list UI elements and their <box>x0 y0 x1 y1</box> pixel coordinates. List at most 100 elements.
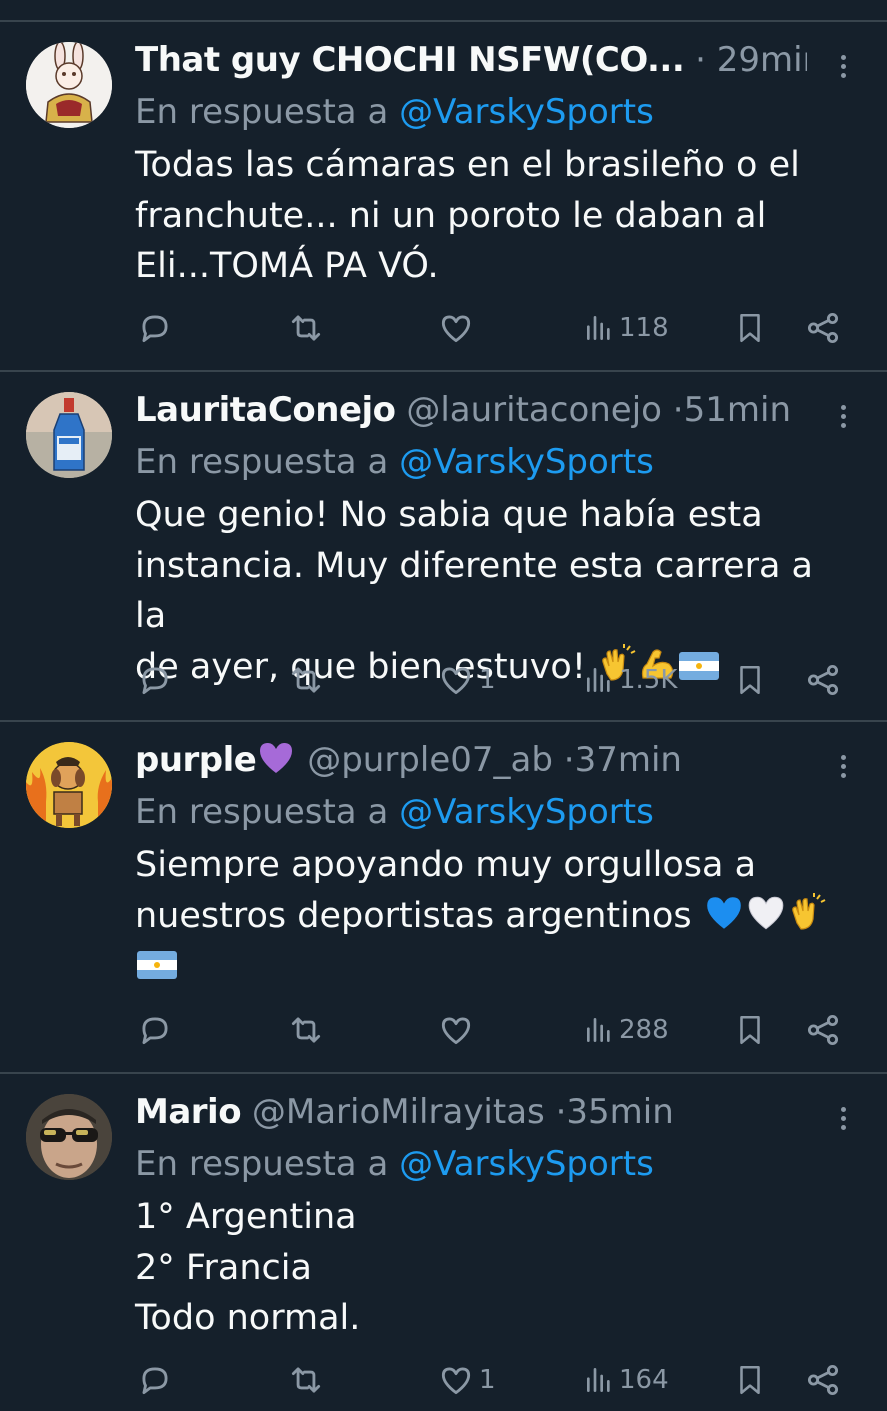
reply-prefix: En respuesta a <box>135 442 400 482</box>
more-options-icon[interactable] <box>829 1098 857 1138</box>
separator-dot: · <box>695 40 706 80</box>
separator-dot: · <box>672 390 684 430</box>
bookmark-button[interactable] <box>733 1350 767 1410</box>
reply-context: En respuesta a @VarskySports <box>135 88 654 136</box>
share-button[interactable] <box>804 650 842 710</box>
views-button[interactable]: 288 <box>583 1000 669 1060</box>
views-button[interactable]: 164 <box>583 1350 669 1410</box>
tweet-header: purple @purple07_ab ·37min <box>135 736 807 784</box>
reply-icon <box>136 1361 174 1399</box>
user-handle[interactable]: @lauritaconejo <box>406 390 662 430</box>
tweet-header: Mario @MarioMilrayitas ·35min <box>135 1088 807 1136</box>
tweet[interactable]: That guy CHOCHI NSFW(CO... · 29min En re… <box>0 22 887 372</box>
reply-mention-link[interactable]: @VarskySports <box>399 92 654 132</box>
blue-bottle-avatar-icon <box>26 392 112 478</box>
tweet[interactable]: LauritaConejo @lauritaconejo ·51min En r… <box>0 372 887 722</box>
views-icon <box>583 311 615 345</box>
white-heart-icon <box>748 896 784 929</box>
bookmark-button[interactable] <box>733 650 767 710</box>
like-count: 1 <box>479 1365 496 1395</box>
like-button[interactable]: 1 <box>437 650 496 710</box>
avatar[interactable] <box>26 392 112 478</box>
clapping-hands-icon <box>792 892 826 930</box>
views-icon <box>583 663 615 697</box>
bookmark-icon <box>733 1361 767 1399</box>
bookmark-icon <box>733 661 767 699</box>
tweet-header: LauritaConejo @lauritaconejo ·51min <box>135 386 807 434</box>
more-options-icon[interactable] <box>829 396 857 436</box>
timestamp[interactable]: 35min <box>566 1092 673 1132</box>
reply-prefix: En respuesta a <box>135 92 400 132</box>
avatar[interactable] <box>26 42 112 128</box>
reply-prefix: En respuesta a <box>135 792 400 832</box>
display-name[interactable]: Mario <box>135 1092 242 1132</box>
tweet[interactable]: Mario @MarioMilrayitas ·35min En respues… <box>0 1074 887 1411</box>
reply-button[interactable] <box>136 1350 174 1410</box>
user-handle[interactable]: @purple07_ab <box>307 740 553 780</box>
more-options-icon[interactable] <box>829 746 857 786</box>
timestamp[interactable]: 29min <box>717 40 807 80</box>
repost-button[interactable] <box>286 298 326 358</box>
this-is-fine-dog-avatar-icon <box>26 742 112 828</box>
reply-button[interactable] <box>136 650 174 710</box>
views-button[interactable]: 1.5K <box>583 650 677 710</box>
avatar[interactable] <box>26 1094 112 1180</box>
repost-button[interactable] <box>286 1350 326 1410</box>
share-icon <box>804 1011 842 1049</box>
bookmark-button[interactable] <box>733 298 767 358</box>
repost-icon <box>286 309 326 347</box>
like-icon <box>437 1011 475 1049</box>
action-bar: 1 1.5K <box>0 650 887 710</box>
views-count: 118 <box>619 313 669 343</box>
reply-icon <box>136 309 174 347</box>
like-button[interactable] <box>437 298 475 358</box>
display-name[interactable]: That guy CHOCHI NSFW(CO... <box>135 40 685 80</box>
more-options-icon[interactable] <box>829 46 857 86</box>
like-icon <box>437 309 475 347</box>
display-name[interactable]: LauritaConejo <box>135 390 396 430</box>
avatar[interactable] <box>26 742 112 828</box>
reply-prefix: En respuesta a <box>135 1144 400 1184</box>
views-button[interactable]: 118 <box>583 298 669 358</box>
tweet-text-content: Siempre apoyando muy orgullosa a nuestro… <box>135 845 757 936</box>
action-bar: 288 <box>0 1000 887 1060</box>
reply-context: En respuesta a @VarskySports <box>135 438 654 486</box>
timestamp[interactable]: 37min <box>575 740 682 780</box>
reply-context: En respuesta a @VarskySports <box>135 1140 654 1188</box>
display-name[interactable]: purple <box>135 740 257 780</box>
action-bar: 118 <box>0 298 887 358</box>
user-handle[interactable]: @MarioMilrayitas <box>252 1092 545 1132</box>
argentina-flag-icon <box>137 951 177 979</box>
reply-mention-link[interactable]: @VarskySports <box>399 1144 654 1184</box>
views-icon <box>583 1363 615 1397</box>
tweet-text: 1° Argentina 2° Francia Todo normal. <box>135 1197 361 1338</box>
share-button[interactable] <box>804 1000 842 1060</box>
repost-button[interactable] <box>286 1000 326 1060</box>
reply-icon <box>136 1011 174 1049</box>
separator-dot: · <box>555 1092 567 1132</box>
reply-mention-link[interactable]: @VarskySports <box>399 442 654 482</box>
share-icon <box>804 661 842 699</box>
timestamp[interactable]: 51min <box>684 390 791 430</box>
reply-button[interactable] <box>136 1000 174 1060</box>
man-sunglasses-avatar-icon <box>26 1094 112 1180</box>
bookmark-icon <box>733 1011 767 1049</box>
share-button[interactable] <box>804 1350 842 1410</box>
bookmark-button[interactable] <box>733 1000 767 1060</box>
purple-heart-icon <box>260 743 293 773</box>
action-bar: 1 164 <box>0 1350 887 1410</box>
reply-mention-link[interactable]: @VarskySports <box>399 792 654 832</box>
reply-button[interactable] <box>136 298 174 358</box>
repost-button[interactable] <box>286 650 326 710</box>
rabbit-character-avatar-icon <box>26 42 112 128</box>
like-button[interactable] <box>437 1000 475 1060</box>
like-count: 1 <box>479 665 496 695</box>
tweet[interactable]: purple @purple07_ab ·37min En respuesta … <box>0 722 887 1074</box>
like-icon <box>437 1361 475 1399</box>
share-button[interactable] <box>804 298 842 358</box>
reply-icon <box>136 661 174 699</box>
views-count: 164 <box>619 1365 669 1395</box>
blue-heart-icon <box>707 896 741 929</box>
like-icon <box>437 661 475 699</box>
like-button[interactable]: 1 <box>437 1350 496 1410</box>
